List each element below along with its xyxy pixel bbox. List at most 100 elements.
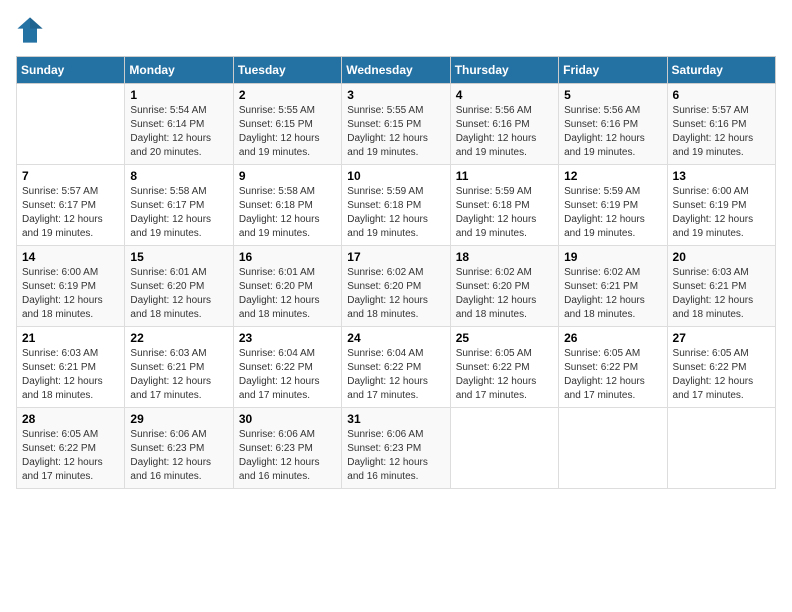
day-number: 17	[347, 250, 444, 264]
calendar-cell: 31 Sunrise: 6:06 AM Sunset: 6:23 PM Dayli…	[342, 408, 450, 489]
calendar-week-1: 1 Sunrise: 5:54 AM Sunset: 6:14 PM Daylig…	[17, 84, 776, 165]
calendar-cell: 22 Sunrise: 6:03 AM Sunset: 6:21 PM Dayli…	[125, 327, 233, 408]
day-info: Sunrise: 6:01 AM Sunset: 6:20 PM Dayligh…	[239, 266, 336, 322]
day-info: Sunrise: 6:00 AM Sunset: 6:19 PM Dayligh…	[22, 266, 119, 322]
day-info: Sunrise: 5:59 AM Sunset: 6:19 PM Dayligh…	[564, 185, 661, 241]
day-number: 22	[130, 331, 227, 345]
day-info: Sunrise: 6:02 AM Sunset: 6:20 PM Dayligh…	[347, 266, 444, 322]
day-info: Sunrise: 6:03 AM Sunset: 6:21 PM Dayligh…	[130, 347, 227, 403]
calendar-week-2: 7 Sunrise: 5:57 AM Sunset: 6:17 PM Daylig…	[17, 165, 776, 246]
calendar-cell: 20Sunrise: 6:03 AM Sunset: 6:21 PM Dayli…	[667, 246, 775, 327]
calendar-cell: 15 Sunrise: 6:01 AM Sunset: 6:20 PM Dayli…	[125, 246, 233, 327]
logo-icon	[16, 16, 44, 44]
calendar-cell: 10 Sunrise: 5:59 AM Sunset: 6:18 PM Dayli…	[342, 165, 450, 246]
day-info: Sunrise: 5:59 AM Sunset: 6:18 PM Dayligh…	[347, 185, 444, 241]
day-info: Sunrise: 6:05 AM Sunset: 6:22 PM Dayligh…	[564, 347, 661, 403]
day-info: Sunrise: 6:05 AM Sunset: 6:22 PM Dayligh…	[673, 347, 770, 403]
day-number: 18	[456, 250, 553, 264]
day-number: 31	[347, 412, 444, 426]
calendar-cell: 19 Sunrise: 6:02 AM Sunset: 6:21 PM Dayli…	[559, 246, 667, 327]
day-number: 23	[239, 331, 336, 345]
day-number: 26	[564, 331, 661, 345]
calendar-cell: 6Sunrise: 5:57 AM Sunset: 6:16 PM Daylig…	[667, 84, 775, 165]
calendar-cell: 17 Sunrise: 6:02 AM Sunset: 6:20 PM Dayli…	[342, 246, 450, 327]
day-info: Sunrise: 6:05 AM Sunset: 6:22 PM Dayligh…	[22, 428, 119, 484]
day-info: Sunrise: 6:04 AM Sunset: 6:22 PM Dayligh…	[347, 347, 444, 403]
col-header-friday: Friday	[559, 57, 667, 84]
calendar-cell: 3Sunrise: 5:55 AM Sunset: 6:15 PM Daylig…	[342, 84, 450, 165]
calendar-cell: 13 Sunrise: 6:00 AM Sunset: 6:19 PM Dayli…	[667, 165, 775, 246]
day-number: 28	[22, 412, 119, 426]
day-number: 2	[239, 88, 336, 102]
calendar-cell	[17, 84, 125, 165]
calendar-table: SundayMondayTuesdayWednesdayThursdayFrid…	[16, 56, 776, 489]
day-number: 20	[673, 250, 770, 264]
col-header-saturday: Saturday	[667, 57, 775, 84]
day-info: Sunrise: 5:55 AM Sunset: 6:15 PM Dayligh…	[239, 104, 336, 160]
day-number: 30	[239, 412, 336, 426]
day-number: 15	[130, 250, 227, 264]
day-number: 14	[22, 250, 119, 264]
col-header-tuesday: Tuesday	[233, 57, 341, 84]
calendar-cell	[559, 408, 667, 489]
day-number: 25	[456, 331, 553, 345]
calendar-cell: 7 Sunrise: 5:57 AM Sunset: 6:17 PM Daylig…	[17, 165, 125, 246]
day-number: 12	[564, 169, 661, 183]
day-number: 1	[130, 88, 227, 102]
day-info: Sunrise: 5:57 AM Sunset: 6:17 PM Dayligh…	[22, 185, 119, 241]
day-info: Sunrise: 6:02 AM Sunset: 6:20 PM Dayligh…	[456, 266, 553, 322]
calendar-cell: 11Sunrise: 5:59 AM Sunset: 6:18 PM Dayli…	[450, 165, 558, 246]
day-info: Sunrise: 6:01 AM Sunset: 6:20 PM Dayligh…	[130, 266, 227, 322]
day-number: 16	[239, 250, 336, 264]
day-number: 4	[456, 88, 553, 102]
page-header	[16, 16, 776, 44]
calendar-cell: 18 Sunrise: 6:02 AM Sunset: 6:20 PM Dayli…	[450, 246, 558, 327]
day-number: 8	[130, 169, 227, 183]
calendar-cell: 24 Sunrise: 6:04 AM Sunset: 6:22 PM Dayli…	[342, 327, 450, 408]
calendar-cell: 14 Sunrise: 6:00 AM Sunset: 6:19 PM Dayli…	[17, 246, 125, 327]
day-info: Sunrise: 6:02 AM Sunset: 6:21 PM Dayligh…	[564, 266, 661, 322]
day-info: Sunrise: 6:03 AM Sunset: 6:21 PM Dayligh…	[22, 347, 119, 403]
day-number: 9	[239, 169, 336, 183]
day-info: Sunrise: 5:55 AM Sunset: 6:15 PM Dayligh…	[347, 104, 444, 160]
day-info: Sunrise: 6:05 AM Sunset: 6:22 PM Dayligh…	[456, 347, 553, 403]
calendar-cell: 25 Sunrise: 6:05 AM Sunset: 6:22 PM Dayli…	[450, 327, 558, 408]
day-number: 5	[564, 88, 661, 102]
calendar-cell: 27 Sunrise: 6:05 AM Sunset: 6:22 PM Dayli…	[667, 327, 775, 408]
col-header-sunday: Sunday	[17, 57, 125, 84]
day-info: Sunrise: 6:06 AM Sunset: 6:23 PM Dayligh…	[130, 428, 227, 484]
calendar-cell: 28 Sunrise: 6:05 AM Sunset: 6:22 PM Dayli…	[17, 408, 125, 489]
calendar-cell	[667, 408, 775, 489]
day-number: 11	[456, 169, 553, 183]
day-number: 10	[347, 169, 444, 183]
day-info: Sunrise: 6:04 AM Sunset: 6:22 PM Dayligh…	[239, 347, 336, 403]
day-number: 27	[673, 331, 770, 345]
col-header-wednesday: Wednesday	[342, 57, 450, 84]
calendar-cell: 8 Sunrise: 5:58 AM Sunset: 6:17 PM Daylig…	[125, 165, 233, 246]
day-info: Sunrise: 5:56 AM Sunset: 6:16 PM Dayligh…	[564, 104, 661, 160]
day-info: Sunrise: 5:58 AM Sunset: 6:17 PM Dayligh…	[130, 185, 227, 241]
calendar-cell: 21 Sunrise: 6:03 AM Sunset: 6:21 PM Dayli…	[17, 327, 125, 408]
day-number: 19	[564, 250, 661, 264]
calendar-week-3: 14 Sunrise: 6:00 AM Sunset: 6:19 PM Dayli…	[17, 246, 776, 327]
calendar-week-4: 21 Sunrise: 6:03 AM Sunset: 6:21 PM Dayli…	[17, 327, 776, 408]
day-number: 29	[130, 412, 227, 426]
calendar-cell: 26 Sunrise: 6:05 AM Sunset: 6:22 PM Dayli…	[559, 327, 667, 408]
day-info: Sunrise: 5:54 AM Sunset: 6:14 PM Dayligh…	[130, 104, 227, 160]
day-number: 6	[673, 88, 770, 102]
day-info: Sunrise: 6:00 AM Sunset: 6:19 PM Dayligh…	[673, 185, 770, 241]
calendar-cell	[450, 408, 558, 489]
day-number: 13	[673, 169, 770, 183]
day-info: Sunrise: 5:56 AM Sunset: 6:16 PM Dayligh…	[456, 104, 553, 160]
calendar-cell: 1 Sunrise: 5:54 AM Sunset: 6:14 PM Daylig…	[125, 84, 233, 165]
calendar-cell: 4 Sunrise: 5:56 AM Sunset: 6:16 PM Daylig…	[450, 84, 558, 165]
day-number: 24	[347, 331, 444, 345]
day-info: Sunrise: 6:06 AM Sunset: 6:23 PM Dayligh…	[239, 428, 336, 484]
calendar-cell: 29 Sunrise: 6:06 AM Sunset: 6:23 PM Dayli…	[125, 408, 233, 489]
logo	[16, 16, 48, 44]
day-number: 21	[22, 331, 119, 345]
day-number: 7	[22, 169, 119, 183]
day-info: Sunrise: 5:58 AM Sunset: 6:18 PM Dayligh…	[239, 185, 336, 241]
day-info: Sunrise: 6:06 AM Sunset: 6:23 PM Dayligh…	[347, 428, 444, 484]
calendar-cell: 30 Sunrise: 6:06 AM Sunset: 6:23 PM Dayli…	[233, 408, 341, 489]
